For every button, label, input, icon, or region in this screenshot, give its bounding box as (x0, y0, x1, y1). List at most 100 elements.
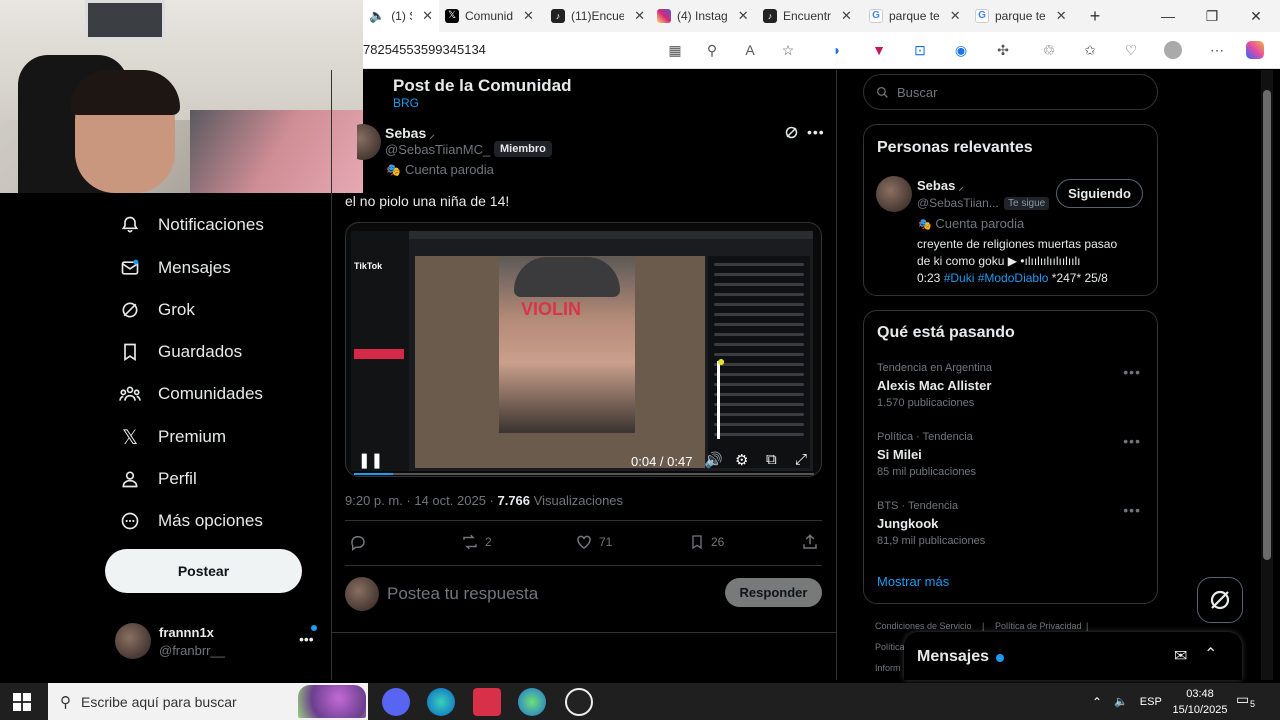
grok-icon (118, 298, 142, 322)
settings-gear-icon[interactable]: ⚙ (735, 451, 748, 469)
privacy-link[interactable]: Política de Privacidad (995, 621, 1082, 631)
language-indicator[interactable]: ESP (1140, 696, 1162, 708)
post-more-icon[interactable]: ••• (807, 124, 825, 140)
share-action[interactable] (801, 533, 819, 551)
video-player[interactable]: TikTok VIOLIN ● ❚❚ 0:04 / 0:47 🔊 ⚙ ⧉ ⤢ (345, 222, 822, 477)
collections-icon[interactable]: ✩ (1080, 40, 1100, 60)
like-action[interactable]: 71 (575, 533, 612, 551)
trend-more-icon[interactable]: ••• (1123, 502, 1141, 518)
health-icon[interactable]: ♡ (1121, 40, 1141, 60)
trend-more-icon[interactable]: ••• (1123, 364, 1141, 380)
community-name[interactable]: BRG (393, 96, 419, 110)
fullscreen-icon[interactable]: ⤢ (795, 451, 807, 468)
avatar[interactable] (876, 176, 912, 212)
zoom-icon[interactable]: ⚲ (702, 40, 722, 60)
following-button[interactable]: Siguiendo (1056, 179, 1143, 208)
puzzle-icon[interactable]: ✣ (993, 40, 1013, 60)
nav-profile[interactable]: Perfil (118, 464, 197, 494)
new-message-icon[interactable]: ✉ (1174, 646, 1187, 666)
obs-icon[interactable] (565, 688, 593, 716)
browser-tab[interactable]: G parque te ✕ (969, 0, 1075, 32)
nav-notifications[interactable]: Notificaciones (118, 210, 264, 240)
read-aloud-icon[interactable]: A (740, 40, 760, 60)
relevant-name[interactable]: Sebas ⸝ (917, 178, 964, 194)
trend-item[interactable]: BTS · Tendencia Jungkook 81,9 mil public… (877, 500, 1147, 550)
author-handle[interactable]: @SebasTiianMC_ · (385, 142, 498, 157)
browser-tab[interactable]: (4) Instag ✕ (651, 0, 757, 32)
browser-tab[interactable]: ♪ Encuentr ✕ (757, 0, 863, 32)
video-progress[interactable] (354, 473, 814, 475)
repost-action[interactable]: 2 (461, 533, 492, 551)
grok-floating-button[interactable] (1197, 577, 1243, 623)
clock[interactable]: 03:48 15/10/2025 (1170, 686, 1230, 718)
expand-icon[interactable]: ⌃ (1204, 644, 1217, 664)
close-tab-icon[interactable]: ✕ (523, 8, 534, 24)
edge-icon[interactable] (427, 688, 455, 716)
copilot-icon[interactable] (1245, 40, 1265, 60)
trend-item[interactable]: Tendencia en Argentina Alexis Mac Allist… (877, 362, 1147, 412)
nav-more-options[interactable]: Más opciones (118, 506, 263, 536)
extension-icon[interactable]: ◉ (951, 40, 971, 60)
browser-tab[interactable]: 🔈 (1) S ✕ (363, 0, 439, 32)
nav-messages[interactable]: Mensajes (118, 253, 231, 283)
browser-tab[interactable]: 𝕏 Comunid ✕ (439, 0, 545, 32)
volume-slider[interactable] (717, 361, 720, 439)
close-tab-icon[interactable]: ✕ (634, 8, 645, 24)
pause-button[interactable]: ❚❚ (358, 451, 383, 469)
restore-button[interactable]: ❐ (1190, 0, 1234, 32)
close-tab-icon[interactable]: ✕ (738, 8, 749, 24)
chevron-up-icon[interactable]: ⌃ (1092, 695, 1102, 709)
relevant-handle[interactable]: @SebasTiian... (917, 196, 999, 210)
nav-premium[interactable]: 𝕏 Premium (118, 422, 226, 452)
account-switcher[interactable]: frannn1x @franbrr__ ••• (115, 623, 320, 663)
trend-item[interactable]: Política · Tendencia Si Milei 85 mil pub… (877, 431, 1147, 481)
notification-center-icon[interactable]: ▭ 5 (1236, 691, 1258, 711)
favorite-star-icon[interactable]: ☆ (778, 40, 798, 60)
reply-button[interactable]: Responder (725, 578, 822, 607)
volume-icon[interactable]: 🔈 (1114, 695, 1128, 708)
minimize-button[interactable]: — (1146, 0, 1190, 32)
post-button[interactable]: Postear (105, 549, 302, 593)
extension-icon[interactable]: ◗ (827, 40, 847, 60)
close-tab-icon[interactable]: ✕ (841, 8, 852, 24)
profile-icon[interactable] (1163, 40, 1183, 60)
screenshot-icon[interactable]: ⊡ (910, 40, 930, 60)
browser-tab[interactable]: G parque te ✕ (863, 0, 969, 32)
new-tab-button[interactable]: + (1075, 0, 1115, 32)
nav-communities[interactable]: Comunidades (118, 379, 263, 409)
messages-drawer[interactable]: Mensajes ✉ ⌃ (904, 632, 1242, 680)
pip-icon[interactable]: ⧉ (766, 451, 777, 468)
grok-icon[interactable] (784, 125, 799, 145)
search-input[interactable]: Buscar (863, 74, 1158, 110)
extension-icon[interactable]: ▼ (869, 40, 889, 60)
browser-tab[interactable]: ♪ (11)Encue ✕ (545, 0, 651, 32)
show-more-link[interactable]: Mostrar más (877, 574, 949, 589)
discord-icon[interactable] (382, 688, 410, 716)
bookmark-action[interactable]: 26 (689, 533, 724, 551)
url-field[interactable]: 78254553599345134 (363, 42, 486, 57)
nav-bookmarks[interactable]: Guardados (118, 337, 242, 367)
info-link[interactable]: Inform (875, 663, 901, 673)
more-menu-icon[interactable]: ⋯ (1207, 40, 1227, 60)
volume-icon[interactable]: 🔊 (704, 451, 723, 469)
close-tab-icon[interactable]: ✕ (950, 8, 961, 24)
taskbar-search[interactable]: ⚲ Escribe aquí para buscar (48, 683, 368, 720)
close-window-button[interactable]: ✕ (1234, 0, 1278, 32)
more-dots-icon[interactable]: ••• (299, 625, 317, 647)
policy-link[interactable]: Política (875, 642, 905, 652)
terms-link[interactable]: Condiciones de Servicio (875, 621, 972, 631)
reply-action[interactable] (349, 533, 367, 551)
reply-input[interactable]: Postea tu respuesta (387, 584, 538, 604)
performance-icon[interactable]: ♲ (1039, 40, 1059, 60)
apps-icon[interactable]: ▦ (665, 40, 685, 60)
scrollbar-thumb[interactable] (1263, 90, 1271, 560)
hashtag-link[interactable]: #Duki #ModoDiablo (944, 271, 1049, 285)
close-tab-icon[interactable]: ✕ (422, 8, 433, 24)
trend-more-icon[interactable]: ••• (1123, 433, 1141, 449)
edge-icon[interactable] (518, 688, 546, 716)
author-name[interactable]: Sebas ⸝ (385, 125, 435, 142)
app-icon[interactable] (473, 688, 501, 716)
nav-grok[interactable]: Grok (118, 295, 195, 325)
close-tab-icon[interactable]: ✕ (1056, 8, 1067, 24)
windows-start-icon[interactable] (13, 693, 31, 711)
